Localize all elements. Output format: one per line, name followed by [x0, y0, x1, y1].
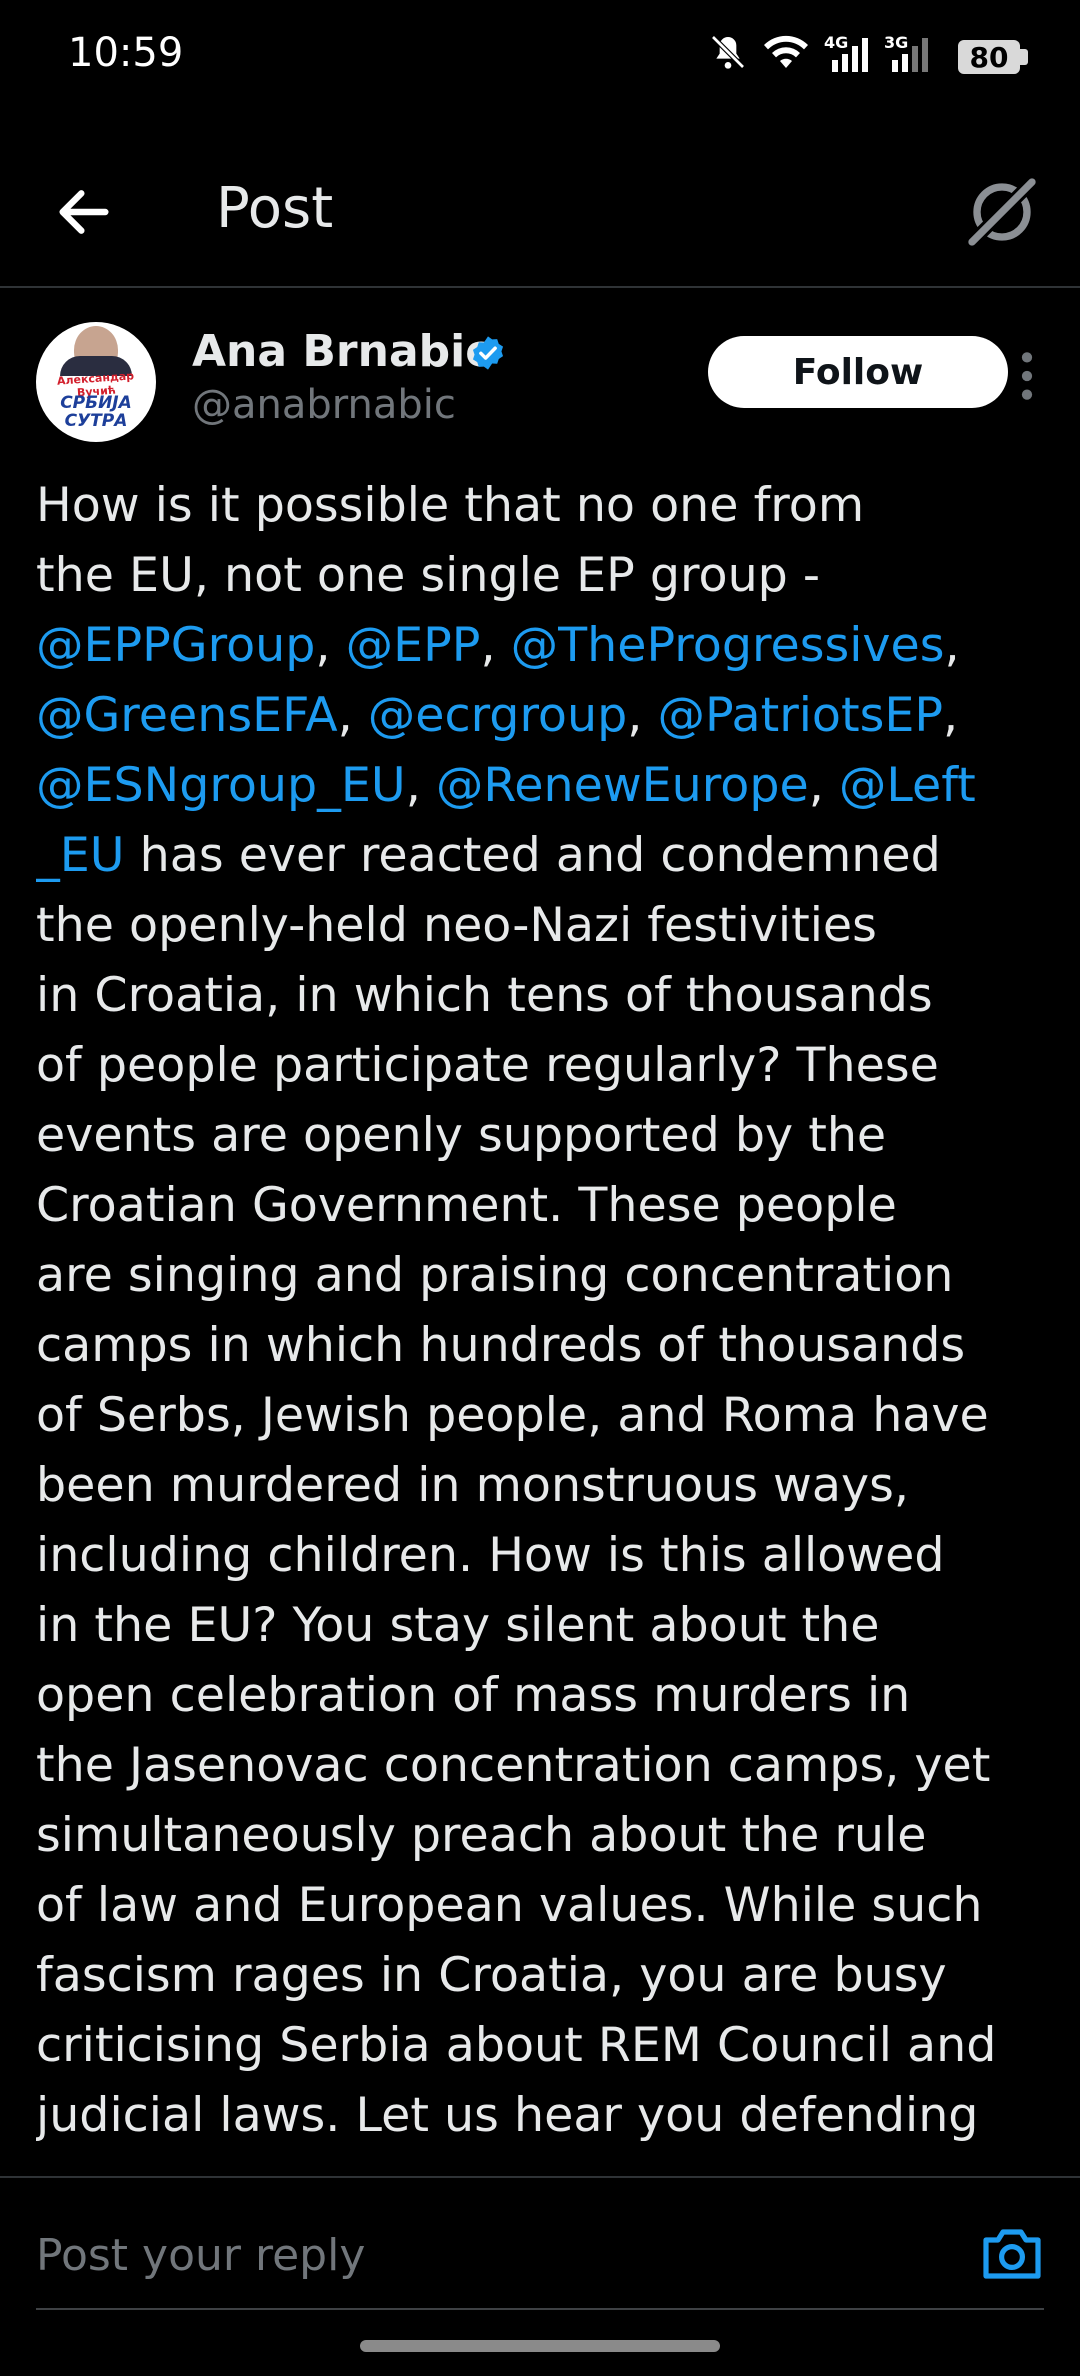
tweet-text-segment: events are openly supported by the — [36, 1108, 887, 1163]
back-arrow-icon[interactable] — [52, 180, 116, 244]
page-title: Post — [216, 176, 334, 241]
avatar[interactable]: Александар Вучић СРБИЈА СУТРА — [36, 322, 156, 442]
wifi-icon — [764, 35, 808, 68]
tweet-text-segment: fascism rages in Croatia, you are busy — [36, 1948, 947, 2003]
reply-input[interactable]: Post your reply — [36, 2230, 365, 2281]
mention-link[interactable]: @RenewEurope — [436, 758, 809, 813]
tweet-text-segment: the openly-held neo-Nazi festivities — [36, 898, 877, 953]
mention-link[interactable]: @EPP — [346, 618, 481, 673]
tweet-text-segment: , — [315, 618, 346, 673]
tweet-text-segment: in Croatia, in which tens of thousands — [36, 968, 933, 1023]
signal-3g-icon: 3G — [884, 33, 928, 72]
tweet-text-segment: How is it possible that no one from — [36, 478, 865, 533]
network-3g-label: 3G — [884, 33, 908, 52]
tweet-line: simultaneously preach about the rule — [36, 1801, 1046, 1871]
tweet-line: the EU, not one single EP group - — [36, 541, 1046, 611]
tweet-line: including children. How is this allowed — [36, 1521, 1046, 1591]
tweet-line: in Croatia, in which tens of thousands — [36, 961, 1046, 1031]
tweet-text-segment: open celebration of mass murders in — [36, 1668, 911, 1723]
camera-icon[interactable] — [980, 2226, 1044, 2282]
tweet-text-segment: been murdered in monstruous ways, — [36, 1458, 909, 1513]
tweet-line: camps in which hundreds of thousands — [36, 1311, 1046, 1381]
tweet-text-segment: , — [405, 758, 436, 813]
tweet-line: of law and European values. While such — [36, 1871, 1046, 1941]
mention-link[interactable]: @PatriotsEP — [657, 688, 943, 743]
mention-link[interactable]: @GreensEFA — [36, 688, 338, 743]
mention-link[interactable]: @ESNgroup_EU — [36, 758, 406, 813]
tweet-text-segment: , — [944, 618, 960, 673]
tweet-text-segment: of Serbs, Jewish people, and Roma have — [36, 1388, 989, 1443]
tweet-line: the openly-held neo-Nazi festivities — [36, 891, 1046, 961]
tweet-line: of people participate regularly? These — [36, 1031, 1046, 1101]
tweet-line: open celebration of mass murders in — [36, 1661, 1046, 1731]
reply-divider — [36, 2308, 1044, 2310]
tweet-line: been murdered in monstruous ways, — [36, 1451, 1046, 1521]
tweet-line: _EU has ever reacted and condemned — [36, 821, 1046, 891]
mention-link[interactable]: @TheProgressives — [511, 618, 945, 673]
tweet-line: of Serbs, Jewish people, and Roma have — [36, 1381, 1046, 1451]
tweet-line: @ESNgroup_EU, @RenewEurope, @Left — [36, 751, 1046, 821]
tweet-text-segment: of people participate regularly? These — [36, 1038, 939, 1093]
status-icons: 4G 3G — [708, 32, 930, 72]
tweet-text-segment: simultaneously preach about the rule — [36, 1808, 927, 1863]
tweet-text-segment: including children. How is this allowed — [36, 1528, 945, 1583]
battery-indicator: 80 — [958, 40, 1020, 74]
tweet-text-segment: , — [627, 688, 658, 743]
avatar-text-bottom: СРБИЈА СУТРА — [60, 393, 132, 431]
tweet-text-segment: , — [337, 688, 368, 743]
mention-link[interactable]: @EPPGroup — [36, 618, 315, 673]
tweet-text-segment: the EU, not one single EP group - — [36, 548, 821, 603]
status-bar: 10:59 4G 3G 80 — [0, 0, 1080, 120]
tweet-text-segment: Croatian Government. These people — [36, 1178, 897, 1233]
author-name[interactable]: Ana Brnabic — [192, 326, 491, 377]
tweet-text-segment: , — [480, 618, 511, 673]
network-4g-label: 4G — [824, 33, 848, 52]
tweet-line: @EPPGroup, @EPP, @TheProgressives, — [36, 611, 1046, 681]
tweet-text-segment: of law and European values. While such — [36, 1878, 983, 1933]
tweet-line: the Jasenovac concentration camps, yet — [36, 1731, 1046, 1801]
tweet-line: @GreensEFA, @ecrgroup, @PatriotsEP, — [36, 681, 1046, 751]
tweet-text-segment: , — [943, 688, 959, 743]
tweet-line: events are openly supported by the — [36, 1101, 1046, 1171]
tweet-line: fascism rages in Croatia, you are busy — [36, 1941, 1046, 2011]
grok-icon[interactable] — [962, 172, 1042, 252]
app-header: Post — [0, 150, 1080, 288]
home-indicator[interactable] — [360, 2340, 720, 2352]
mention-link[interactable]: @ecrgroup — [368, 688, 628, 743]
mention-link[interactable]: _EU — [36, 828, 125, 883]
tweet-line: criticising Serbia about REM Council and — [36, 2011, 1046, 2081]
tweet-line: in the EU? You stay silent about the — [36, 1591, 1046, 1661]
author-row: Александар Вучић СРБИЈА СУТРА Ana Brnabi… — [36, 320, 1046, 450]
battery-tip — [1020, 49, 1028, 65]
signal-4g-icon: 4G — [824, 33, 868, 72]
follow-button[interactable]: Follow — [708, 336, 1008, 408]
tweet-text-segment: in the EU? You stay silent about the — [36, 1598, 880, 1653]
tweet-text-segment: , — [808, 758, 839, 813]
tweet-text-segment: camps in which hundreds of thousands — [36, 1318, 966, 1373]
tweet-text-segment: criticising Serbia about REM Council and — [36, 2018, 997, 2073]
tweet-line: Croatian Government. These people — [36, 1171, 1046, 1241]
mention-link[interactable]: @Left — [839, 758, 976, 813]
verified-badge-icon — [472, 336, 504, 370]
tweet-text-segment: has ever reacted and condemned — [124, 828, 941, 883]
status-time: 10:59 — [68, 30, 184, 76]
tweet-line: How is it possible that no one from — [36, 471, 1046, 541]
more-options-icon[interactable] — [1012, 348, 1042, 404]
tweet-text-segment: judicial laws. Let us hear you defending — [36, 2088, 979, 2143]
tweet-line: judicial laws. Let us hear you defending — [36, 2081, 1046, 2151]
tweet-text-segment: the Jasenovac concentration camps, yet — [36, 1738, 991, 1793]
author-handle[interactable]: @anabrnabic — [192, 382, 456, 428]
tweet-line: are singing and praising concentration — [36, 1241, 1046, 1311]
tweet-text-segment: are singing and praising concentration — [36, 1248, 954, 1303]
tweet-text: How is it possible that no one from the E… — [36, 471, 1046, 2171]
reply-bar: Post your reply — [0, 2176, 1080, 2318]
mute-bell-icon — [711, 35, 745, 69]
